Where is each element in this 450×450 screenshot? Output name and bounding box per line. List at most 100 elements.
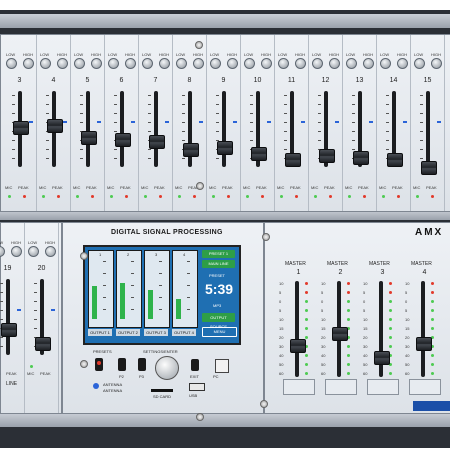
eq-high-knob[interactable] [159,58,170,69]
channel-fader[interactable] [353,151,369,165]
channel-fader[interactable] [149,135,165,149]
eq-low-label: LOW [176,52,186,57]
eq-high-knob[interactable] [23,58,34,69]
fader-scale-tick [352,95,355,96]
eq-high-knob[interactable] [329,58,340,69]
peak-led [57,195,60,198]
master-scale-label: 50 [321,362,326,367]
fader-scale-tick [216,113,219,114]
fader-scale-tick [352,131,355,132]
channel-fader[interactable] [285,153,301,167]
eq-low-knob[interactable] [380,58,391,69]
master-scale-label: 10 [279,317,284,322]
usb-port[interactable] [189,383,205,391]
lcd-output-label[interactable]: OUTPUT 3 [144,329,168,336]
eq-high-knob[interactable] [397,58,408,69]
channel-strip: LOW HIGH 12 MIC PEAK [309,35,343,211]
channel-fader[interactable] [81,131,97,145]
master-fader[interactable] [416,337,432,351]
sd-card-slot[interactable] [151,389,173,392]
channel-fader[interactable] [183,143,199,157]
fader-scale-tick [148,122,151,123]
channel-fader[interactable] [1,323,17,337]
lcd-time: 5:39 [205,281,234,297]
eq-low-knob[interactable] [278,58,289,69]
eq-high-knob[interactable] [57,58,68,69]
eq-low-knob[interactable] [40,58,51,69]
eq-high-knob[interactable] [295,58,306,69]
fader-scale-tick [0,301,3,302]
channel-fader[interactable] [217,141,233,155]
fader-scale-tick [0,319,3,320]
fader-scale-tick [114,104,117,105]
channel-fader[interactable] [387,153,403,167]
preset-p3-button[interactable] [138,358,146,371]
channel-fader[interactable] [47,119,63,133]
eq-high-knob[interactable] [91,58,102,69]
lcd-output-label[interactable]: OUTPUT 2 [116,329,140,336]
eq-low-knob[interactable] [108,58,119,69]
usb-pc-port[interactable] [215,359,229,373]
eq-high-knob[interactable] [11,246,22,257]
lcd-source[interactable]: MAIN LINE [202,260,235,268]
channel-fader[interactable] [35,337,51,351]
eq-low-knob[interactable] [28,246,39,257]
master-label-box [367,379,399,395]
eq-high-knob[interactable] [261,58,272,69]
preset-p2-button[interactable] [118,358,126,371]
fader-scale-tick [148,131,151,132]
top-channel-panel: LOW HIGH 3 MIC PEAK LOW HIGH 4 MIC PEAK LOW HIGH 5 MI… [0,34,450,212]
level-indicator [369,121,373,123]
peak-led [261,195,264,198]
lcd-meter-tick [187,273,190,274]
master-fader[interactable] [332,327,348,341]
eq-low-knob[interactable] [414,58,425,69]
lcd-meter-tick [131,273,134,274]
master-fader[interactable] [374,351,390,365]
eq-high-knob[interactable] [45,246,56,257]
lcd-preset[interactable]: PRESET 1 [202,250,235,258]
lcd-output-label[interactable]: OUTPUT 1 [88,329,112,336]
fader-scale-tick [0,292,3,293]
eq-low-knob[interactable] [142,58,153,69]
eq-low-label: LOW [28,240,38,245]
preset-p1-button[interactable] [95,358,103,371]
eq-high-knob[interactable] [125,58,136,69]
channel-fader[interactable] [319,149,335,163]
eq-low-knob[interactable] [244,58,255,69]
eq-low-knob[interactable] [176,58,187,69]
eq-low-knob[interactable] [346,58,357,69]
settings-enter-knob[interactable] [155,356,179,380]
eq-low-knob[interactable] [0,246,5,257]
master-fader-slot [295,281,299,377]
channel-fader[interactable] [421,161,437,175]
exit-button[interactable] [191,359,199,371]
mic-led [314,195,317,198]
eq-high-knob[interactable] [227,58,238,69]
eq-low-knob[interactable] [74,58,85,69]
master-scale-label: 20 [279,335,284,340]
lcd-output-source[interactable]: OUTPUT SOURCE [202,313,235,329]
fader-scale-tick [182,140,185,141]
eq-high-knob[interactable] [431,58,442,69]
channel-fader[interactable] [13,121,29,135]
mic-led [246,195,249,198]
channel-fader[interactable] [115,133,131,147]
channel-strip: LOW HIGH 6 MIC PEAK [105,35,139,211]
channel-number: 11 [287,77,296,84]
channel-strip: LOW HIGH 3 MIC PEAK [3,35,37,211]
fader-scale-tick [420,140,423,141]
fader-scale-tick [80,122,83,123]
eq-high-knob[interactable] [193,58,204,69]
eq-low-knob[interactable] [6,58,17,69]
channel-fader[interactable] [251,147,267,161]
eq-high-knob[interactable] [363,58,374,69]
master-fader[interactable] [290,339,306,353]
lcd-output-label[interactable]: OUTPUT 4 [172,329,196,336]
fader-scale-tick [352,113,355,114]
eq-high-label: HIGH [363,52,373,57]
eq-low-knob[interactable] [210,58,221,69]
pc-label: PC [213,374,219,379]
lcd-menu[interactable]: MENU [202,327,237,337]
eq-low-knob[interactable] [312,58,323,69]
